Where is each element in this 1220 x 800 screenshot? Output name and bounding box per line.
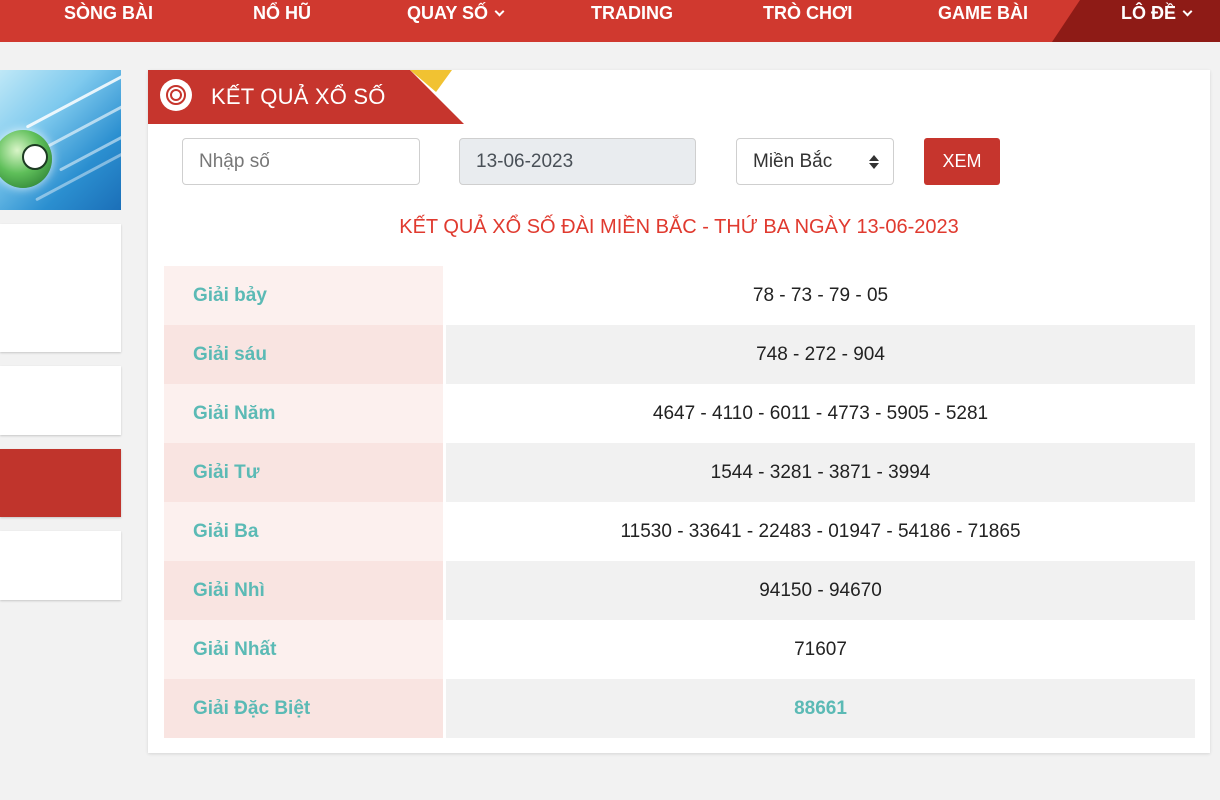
prize-label: Giải Nhất	[164, 620, 446, 679]
banner-streak	[25, 74, 121, 129]
table-row-special-prize: Giải Đặc Biệt 88661	[164, 679, 1195, 738]
prize-numbers: 94150 - 94670	[446, 561, 1195, 620]
special-prize-number: 88661	[446, 679, 1195, 738]
prize-label: Giải Nhì	[164, 561, 446, 620]
nav-item-label: GAME BÀI	[938, 3, 1028, 23]
prize-numbers: 71607	[446, 620, 1195, 679]
table-row: Giải Nhất 71607	[164, 620, 1195, 679]
lottery-ball-icon	[0, 130, 52, 188]
nav-item-song-bai[interactable]: SÒNG BÀI	[64, 0, 153, 28]
drum-ring	[170, 89, 182, 101]
banner-streak	[58, 131, 121, 172]
nav-item-label: NỔ HŨ	[253, 3, 311, 23]
nav-item-label: QUAY SỐ	[407, 3, 489, 23]
nav-item-quay-so[interactable]: QUAY SỐ	[407, 0, 505, 28]
view-results-button[interactable]: XEM	[924, 138, 1000, 185]
sidebar-item-active[interactable]	[0, 449, 121, 517]
prize-label: Giải Đặc Biệt	[164, 679, 446, 738]
panel-title: KẾT QUẢ XỔ SỐ	[211, 84, 386, 109]
chevron-down-icon	[1182, 6, 1193, 17]
lottery-banner-image[interactable]	[0, 70, 121, 210]
prize-numbers: 748 - 272 - 904	[446, 325, 1195, 384]
region-select-value: Miền Bắc	[753, 151, 833, 172]
prize-label: Giải Năm	[164, 384, 446, 443]
prize-numbers: 78 - 73 - 79 - 05	[446, 266, 1195, 325]
nav-item-no-hu[interactable]: NỔ HŨ	[253, 0, 311, 28]
prize-numbers: 1544 - 3281 - 3871 - 3994	[446, 443, 1195, 502]
lottery-drum-icon	[160, 79, 192, 111]
prize-label: Giải Ba	[164, 502, 446, 561]
table-row: Giải bảy 78 - 73 - 79 - 05	[164, 266, 1195, 325]
prize-label: Giải bảy	[164, 266, 446, 325]
nav-item-tro-choi[interactable]: TRÒ CHƠI	[763, 0, 852, 28]
top-nav: SÒNG BÀI NỔ HŨ QUAY SỐ TRADING TRÒ CHƠI …	[0, 0, 1220, 42]
nav-item-label: TRADING	[591, 3, 673, 23]
result-heading: KẾT QUẢ XỔ SỐ ĐÀI MIỀN BẮC - THỨ BA NGÀY…	[399, 216, 959, 238]
sidebar-item[interactable]	[0, 366, 121, 435]
table-row: Giải Năm 4647 - 4110 - 6011 - 4773 - 590…	[164, 384, 1195, 443]
chevron-down-icon	[494, 6, 505, 17]
table-row: Giải Nhì 94150 - 94670	[164, 561, 1195, 620]
table-row: Giải Ba 11530 - 33641 - 22483 - 01947 - …	[164, 502, 1195, 561]
sidebar-card[interactable]	[0, 224, 121, 352]
date-field[interactable]: 13-06-2023	[459, 138, 696, 185]
prize-numbers: 4647 - 4110 - 6011 - 4773 - 5905 - 5281	[446, 384, 1195, 443]
nav-item-lo-de[interactable]: LÔ ĐỀ	[1121, 0, 1193, 28]
select-arrows-icon	[869, 155, 879, 169]
table-row: Giải sáu 748 - 272 - 904	[164, 325, 1195, 384]
sidebar-item[interactable]	[0, 531, 121, 600]
nav-item-label: LÔ ĐỀ	[1121, 3, 1177, 23]
table-row: Giải Tư 1544 - 3281 - 3871 - 3994	[164, 443, 1195, 502]
prize-label: Giải Tư	[164, 443, 446, 502]
nav-item-label: TRÒ CHƠI	[763, 3, 853, 23]
number-search-input[interactable]	[182, 138, 420, 185]
nav-item-label: SÒNG BÀI	[64, 3, 154, 23]
nav-item-game-bai[interactable]: GAME BÀI	[938, 0, 1028, 28]
results-table: Giải bảy 78 - 73 - 79 - 05 Giải sáu 748 …	[164, 266, 1195, 738]
nav-item-trading[interactable]: TRADING	[591, 0, 673, 28]
region-select[interactable]: Miền Bắc	[736, 138, 894, 185]
prize-label: Giải sáu	[164, 325, 446, 384]
prize-numbers: 11530 - 33641 - 22483 - 01947 - 54186 - …	[446, 502, 1195, 561]
